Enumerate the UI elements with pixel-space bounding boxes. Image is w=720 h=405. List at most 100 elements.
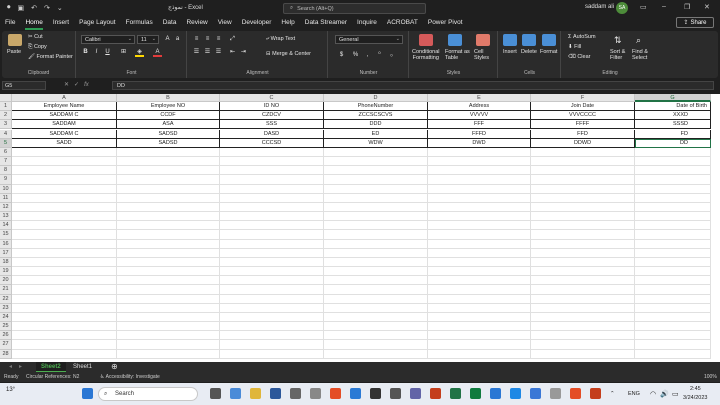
font-name-select[interactable]: Calibri bbox=[81, 35, 135, 44]
increase-indent-icon[interactable]: ⇥ bbox=[239, 48, 248, 57]
cell-e21[interactable] bbox=[428, 285, 531, 295]
font-color-icon[interactable]: A bbox=[153, 48, 162, 57]
cell-e18[interactable] bbox=[428, 257, 531, 268]
enter-icon[interactable]: ✓ bbox=[74, 82, 79, 88]
align-top-icon[interactable]: ≡ bbox=[192, 35, 201, 44]
sort-filter-button[interactable]: Sort & Filter bbox=[610, 49, 625, 61]
percent-icon[interactable]: % bbox=[351, 51, 360, 60]
cell-d3[interactable]: DDD bbox=[324, 120, 428, 130]
column-header-a[interactable]: A bbox=[12, 94, 117, 102]
cell-f11[interactable] bbox=[531, 193, 635, 203]
row-header-12[interactable]: 12 bbox=[0, 202, 12, 213]
cell-d6[interactable] bbox=[324, 147, 428, 157]
cell-b28[interactable] bbox=[117, 349, 220, 359]
cell-c19[interactable] bbox=[220, 267, 324, 277]
search-input[interactable]: ⌕ Search (Alt+Q) bbox=[283, 3, 426, 14]
delete-cells-button[interactable]: Delete bbox=[521, 49, 537, 55]
cell-f5[interactable]: DDWD bbox=[531, 138, 635, 148]
cell-e8[interactable] bbox=[428, 166, 531, 176]
task-view-icon[interactable] bbox=[210, 388, 221, 399]
cell-a24[interactable] bbox=[12, 312, 117, 323]
cell-g10[interactable] bbox=[635, 184, 711, 194]
cell-g13[interactable] bbox=[635, 212, 711, 222]
cell-d22[interactable] bbox=[324, 294, 428, 304]
format-as-table-button[interactable]: Format as Table bbox=[445, 49, 470, 61]
cell-g9[interactable] bbox=[635, 175, 711, 185]
cell-f25[interactable] bbox=[531, 322, 635, 332]
app7-icon[interactable] bbox=[590, 388, 601, 399]
cell-a9[interactable] bbox=[12, 175, 117, 185]
cell-f17[interactable] bbox=[531, 248, 635, 258]
cell-f9[interactable] bbox=[531, 175, 635, 185]
cell-g16[interactable] bbox=[635, 239, 711, 249]
cell-f19[interactable] bbox=[531, 267, 635, 277]
decrease-font-icon[interactable]: a bbox=[173, 35, 182, 44]
cell-f15[interactable] bbox=[531, 230, 635, 240]
cell-b17[interactable] bbox=[117, 248, 220, 258]
cell-c24[interactable] bbox=[220, 312, 324, 323]
format-painter-button[interactable]: 🖌 Format Painter bbox=[28, 54, 73, 60]
cell-g26[interactable] bbox=[635, 331, 711, 341]
cell-e15[interactable] bbox=[428, 230, 531, 240]
cancel-icon[interactable]: ✕ bbox=[64, 82, 69, 88]
row-header-23[interactable]: 23 bbox=[0, 303, 12, 313]
sheet-tab-sheet1[interactable]: Sheet1 bbox=[68, 362, 97, 372]
cell-c26[interactable] bbox=[220, 331, 324, 341]
cell-c12[interactable] bbox=[220, 202, 324, 213]
status-accessibility[interactable]: ♿ Accessibility: Investigate bbox=[100, 374, 160, 380]
teams-icon[interactable] bbox=[410, 388, 421, 399]
decrease-indent-icon[interactable]: ⇤ bbox=[228, 48, 237, 57]
cell-a1[interactable]: Employee Name bbox=[12, 102, 117, 112]
weather-widget[interactable]: 13° bbox=[6, 387, 15, 393]
cell-b18[interactable] bbox=[117, 257, 220, 268]
tray-chevron-icon[interactable]: ⌃ bbox=[610, 391, 615, 397]
cell-f8[interactable] bbox=[531, 166, 635, 176]
cell-c25[interactable] bbox=[220, 322, 324, 332]
cell-c18[interactable] bbox=[220, 257, 324, 268]
cell-d11[interactable] bbox=[324, 193, 428, 203]
cell-d12[interactable] bbox=[324, 202, 428, 213]
align-bottom-icon[interactable]: ≡ bbox=[214, 35, 223, 44]
bold-icon[interactable]: B bbox=[81, 48, 90, 57]
widgets-icon[interactable] bbox=[230, 388, 241, 399]
cell-g18[interactable] bbox=[635, 257, 711, 268]
app3-icon[interactable] bbox=[470, 388, 481, 399]
fill-color-icon[interactable]: ◈ bbox=[135, 48, 144, 57]
cell-f20[interactable] bbox=[531, 276, 635, 286]
cell-c23[interactable] bbox=[220, 303, 324, 313]
number-format-select[interactable]: General bbox=[335, 35, 403, 44]
app4-icon[interactable] bbox=[490, 388, 501, 399]
cell-a19[interactable] bbox=[12, 267, 117, 277]
cell-b21[interactable] bbox=[117, 285, 220, 295]
row-header-24[interactable]: 24 bbox=[0, 312, 12, 323]
spreadsheet-grid[interactable]: A B C D E F G 1 Employee Name Employee NO ID NO Pho… bbox=[0, 94, 720, 362]
cell-f23[interactable] bbox=[531, 303, 635, 313]
avatar[interactable]: SA bbox=[616, 2, 628, 14]
cell-c8[interactable] bbox=[220, 166, 324, 176]
delete-cells-icon[interactable] bbox=[522, 34, 536, 46]
cell-c4[interactable]: DASD bbox=[220, 129, 324, 139]
cell-g8[interactable] bbox=[635, 166, 711, 176]
cell-g4[interactable]: FD bbox=[635, 129, 711, 139]
autosum-button[interactable]: Σ AutoSum bbox=[568, 34, 596, 40]
insert-cells-icon[interactable] bbox=[503, 34, 517, 46]
align-middle-icon[interactable]: ≡ bbox=[203, 35, 212, 44]
cell-f1[interactable]: Join Date bbox=[531, 102, 635, 112]
cell-e6[interactable] bbox=[428, 147, 531, 157]
increase-decimal-icon[interactable]: ⁰ bbox=[375, 51, 384, 60]
cell-a10[interactable] bbox=[12, 184, 117, 194]
row-header-5[interactable]: 5 bbox=[0, 138, 12, 148]
cell-b25[interactable] bbox=[117, 322, 220, 332]
row-header-9[interactable]: 9 bbox=[0, 175, 12, 185]
cell-f18[interactable] bbox=[531, 257, 635, 268]
cell-e26[interactable] bbox=[428, 331, 531, 341]
cell-b15[interactable] bbox=[117, 230, 220, 240]
cell-f3[interactable]: FFFF bbox=[531, 120, 635, 130]
cell-a23[interactable] bbox=[12, 303, 117, 313]
battery-icon[interactable]: ▭ bbox=[672, 390, 679, 398]
cell-e13[interactable] bbox=[428, 212, 531, 222]
cell-c6[interactable] bbox=[220, 147, 324, 157]
status-circular-references[interactable]: Circular References: N2 bbox=[26, 374, 79, 380]
cell-b24[interactable] bbox=[117, 312, 220, 323]
format-cells-button[interactable]: Format bbox=[540, 49, 557, 55]
